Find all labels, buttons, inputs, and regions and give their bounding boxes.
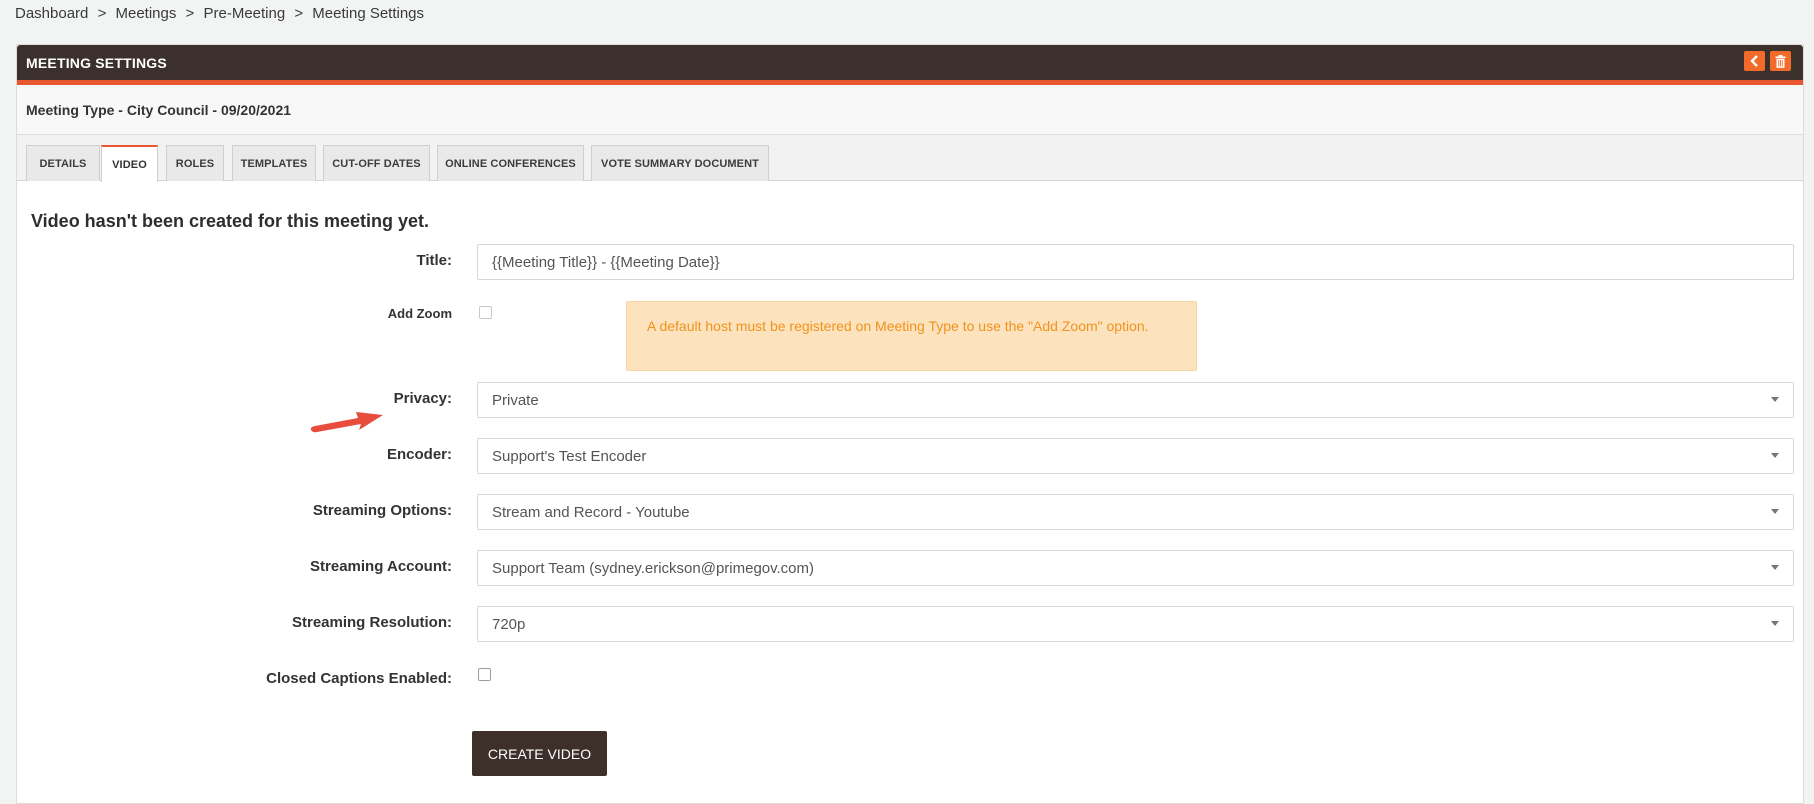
tab-roles[interactable]: ROLES [166,145,224,181]
encoder-label: Encoder: [386,446,452,463]
encoder-select[interactable]: Support's Test Encoder [477,438,1794,474]
streaming-options-select[interactable]: Stream and Record - Youtube [477,494,1794,530]
tab-vote-summary-document[interactable]: VOTE SUMMARY DOCUMENT [591,145,769,181]
chevron-left-icon [1749,55,1758,67]
tab-video[interactable]: VIDEO [101,145,158,182]
chevron-down-icon [1771,565,1779,570]
privacy-label: Privacy: [393,390,452,407]
streaming-resolution-label: Streaming Resolution: [291,614,452,631]
delete-button[interactable] [1770,51,1791,71]
panel-title: MEETING SETTINGS [26,55,167,71]
back-button[interactable] [1744,51,1765,71]
red-arrow-icon [310,412,383,433]
chevron-down-icon [1771,509,1779,514]
encoder-value: Support's Test Encoder [492,447,647,465]
title-label: Title: [416,252,452,269]
breadcrumb-meeting-settings: Meeting Settings [312,5,425,22]
streaming-account-select[interactable]: Support Team (sydney.erickson@primegov.c… [477,550,1794,586]
tab-details[interactable]: DETAILS [26,145,100,181]
meeting-type-title: Meeting Type - City Council - 09/20/2021 [26,102,292,118]
breadcrumb: Dashboard > Meetings > Pre-Meeting > Mee… [15,5,424,22]
trash-icon [1775,54,1786,68]
streaming-resolution-select[interactable]: 720p [477,606,1794,642]
video-tab-content: Video hasn't been created for this meeti… [17,181,1803,781]
streaming-options-label: Streaming Options: [312,502,452,519]
closed-captions-checkbox[interactable] [478,668,491,681]
breadcrumb-pre-meeting[interactable]: Pre-Meeting [203,5,285,22]
breadcrumb-separator: > [294,5,304,22]
streaming-account-value: Support Team (sydney.erickson@primegov.c… [492,559,815,577]
meeting-subheader: Meeting Type - City Council - 09/20/2021 [17,85,1803,135]
breadcrumb-meetings[interactable]: Meetings [116,5,177,22]
tabs-bar: DETAILS VIDEO ROLES TEMPLATES CUT-OFF DA… [17,135,1803,182]
breadcrumb-dashboard[interactable]: Dashboard [15,5,88,22]
add-zoom-checkbox[interactable] [479,306,492,319]
add-zoom-label: Add Zoom [387,306,452,321]
meeting-settings-panel: MEETING SETTINGS Meeting Type - City Cou… [16,44,1804,804]
video-notice: Video hasn't been created for this meeti… [31,211,430,231]
title-input[interactable]: {{Meeting Title}} - {{Meeting Date}} [477,244,1794,280]
breadcrumb-separator: > [97,5,107,22]
panel-header: MEETING SETTINGS [17,45,1803,85]
closed-captions-label: Closed Captions Enabled: [266,670,452,687]
chevron-down-icon [1771,397,1779,402]
privacy-select[interactable]: Private [477,382,1794,418]
tab-templates[interactable]: TEMPLATES [232,145,316,181]
streaming-options-value: Stream and Record - Youtube [492,503,690,521]
tab-cut-off-dates[interactable]: CUT-OFF DATES [323,145,430,181]
create-video-button[interactable]: CREATE VIDEO [472,731,607,776]
tab-online-conferences[interactable]: ONLINE CONFERENCES [437,145,584,181]
chevron-down-icon [1771,621,1779,626]
chevron-down-icon [1771,453,1779,458]
zoom-warning-alert: A default host must be registered on Mee… [626,301,1197,371]
streaming-account-label: Streaming Account: [310,558,452,575]
breadcrumb-separator: > [185,5,195,22]
privacy-value: Private [492,391,539,409]
streaming-resolution-value: 720p [492,615,526,633]
